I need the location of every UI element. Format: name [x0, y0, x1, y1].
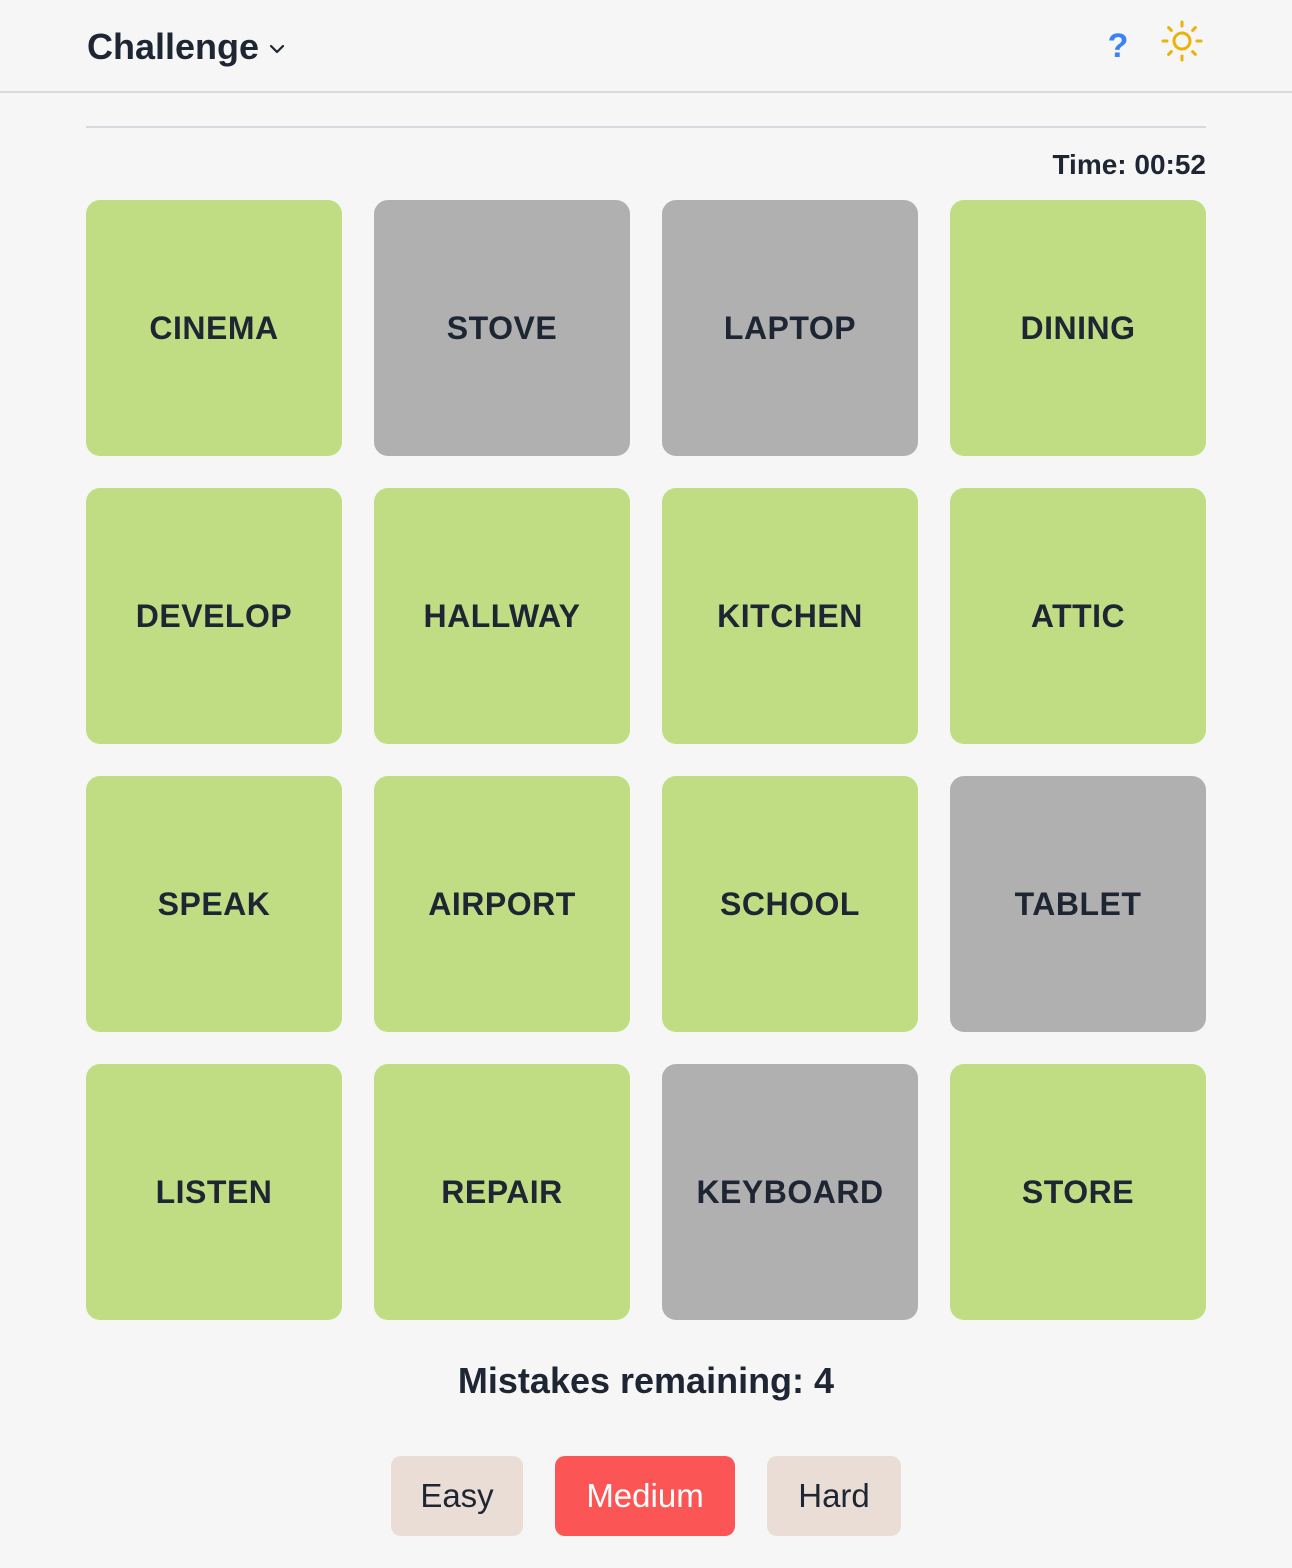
word-tile[interactable]: DINING — [950, 200, 1206, 456]
word-tile[interactable]: DEVELOP — [86, 488, 342, 744]
word-tile[interactable]: AIRPORT — [374, 776, 630, 1032]
app-header: Challenge ? — [0, 0, 1292, 93]
sun-icon[interactable] — [1160, 19, 1204, 63]
word-tile[interactable]: KEYBOARD — [662, 1064, 918, 1320]
page-title: Challenge — [87, 26, 260, 67]
word-grid: CINEMA STOVE LAPTOP DINING DEVELOP HALLWAY KIT… — [86, 200, 1206, 1320]
word-tile[interactable]: SPEAK — [86, 776, 342, 1032]
word-tile[interactable]: KITCHEN — [662, 488, 918, 744]
word-tile[interactable]: STOVE — [374, 200, 630, 456]
word-tile[interactable]: ATTIC — [950, 488, 1206, 744]
content-divider — [86, 126, 1206, 128]
word-tile[interactable]: REPAIR — [374, 1064, 630, 1320]
word-tile[interactable]: LAPTOP — [662, 200, 918, 456]
help-icon[interactable]: ? — [1104, 24, 1132, 68]
word-tile[interactable]: HALLWAY — [374, 488, 630, 744]
difficulty-selector: Easy Medium Hard — [391, 1456, 901, 1536]
word-tile[interactable]: LISTEN — [86, 1064, 342, 1320]
medium-button[interactable]: Medium — [555, 1456, 735, 1536]
word-tile[interactable]: STORE — [950, 1064, 1206, 1320]
mode-selector[interactable]: Challenge — [87, 24, 287, 70]
hard-button[interactable]: Hard — [767, 1456, 901, 1536]
word-tile[interactable]: SCHOOL — [662, 776, 918, 1032]
word-tile[interactable]: TABLET — [950, 776, 1206, 1032]
timer: Time: 00:52 — [1052, 149, 1206, 180]
mistakes-remaining: Mistakes remaining: 4 — [457, 1360, 835, 1401]
easy-button[interactable]: Easy — [391, 1456, 523, 1536]
chevron-down-icon — [267, 39, 287, 59]
word-tile[interactable]: CINEMA — [86, 200, 342, 456]
